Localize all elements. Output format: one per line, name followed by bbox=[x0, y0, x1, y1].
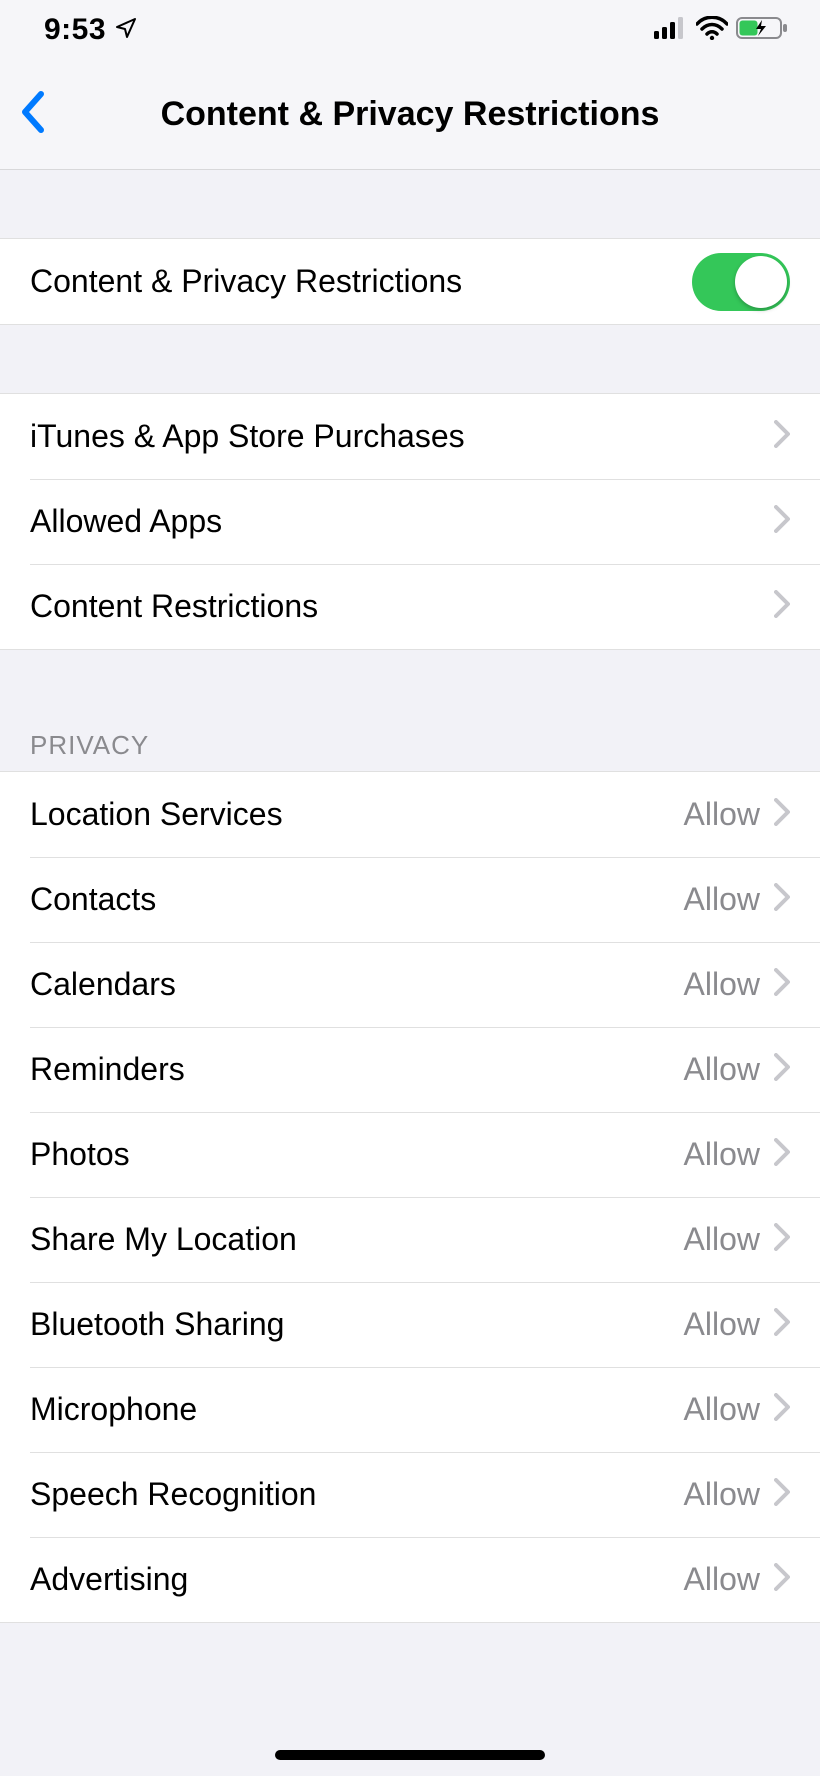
chevron-right-icon bbox=[774, 505, 790, 538]
chevron-right-icon bbox=[774, 1053, 790, 1086]
row-advertising[interactable]: Advertising Allow bbox=[0, 1537, 820, 1622]
group-toggle: Content & Privacy Restrictions bbox=[0, 238, 820, 325]
chevron-right-icon bbox=[774, 1393, 790, 1426]
page-title: Content & Privacy Restrictions bbox=[0, 95, 820, 134]
row-label: Allowed Apps bbox=[30, 503, 774, 540]
wifi-icon bbox=[696, 16, 728, 45]
row-bluetooth-sharing[interactable]: Bluetooth Sharing Allow bbox=[0, 1282, 820, 1367]
row-allowed-apps[interactable]: Allowed Apps bbox=[0, 479, 820, 564]
row-photos[interactable]: Photos Allow bbox=[0, 1112, 820, 1197]
row-content-privacy-restrictions[interactable]: Content & Privacy Restrictions bbox=[0, 239, 820, 324]
status-right bbox=[654, 16, 788, 45]
row-calendars[interactable]: Calendars Allow bbox=[0, 942, 820, 1027]
row-value: Allow bbox=[684, 966, 760, 1003]
chevron-right-icon bbox=[774, 420, 790, 453]
group-main: iTunes & App Store Purchases Allowed App… bbox=[0, 393, 820, 650]
section-header-privacy: Privacy bbox=[0, 650, 820, 771]
row-location-services[interactable]: Location Services Allow bbox=[0, 772, 820, 857]
row-label: Reminders bbox=[30, 1051, 684, 1088]
row-label: Advertising bbox=[30, 1561, 684, 1598]
row-value: Allow bbox=[684, 1476, 760, 1513]
chevron-right-icon bbox=[774, 1223, 790, 1256]
cellular-signal-icon bbox=[654, 17, 688, 44]
row-label: Contacts bbox=[30, 881, 684, 918]
row-label: Bluetooth Sharing bbox=[30, 1306, 684, 1343]
row-value: Allow bbox=[684, 1221, 760, 1258]
row-label: Content Restrictions bbox=[30, 588, 774, 625]
chevron-right-icon bbox=[774, 1308, 790, 1341]
battery-charging-icon bbox=[736, 16, 788, 45]
row-contacts[interactable]: Contacts Allow bbox=[0, 857, 820, 942]
row-label: Share My Location bbox=[30, 1221, 684, 1258]
row-speech-recognition[interactable]: Speech Recognition Allow bbox=[0, 1452, 820, 1537]
chevron-right-icon bbox=[774, 1138, 790, 1171]
group-privacy: Location Services Allow Contacts Allow C… bbox=[0, 771, 820, 1623]
row-label: Content & Privacy Restrictions bbox=[30, 263, 692, 300]
home-indicator[interactable] bbox=[275, 1750, 545, 1760]
chevron-right-icon bbox=[774, 968, 790, 1001]
row-reminders[interactable]: Reminders Allow bbox=[0, 1027, 820, 1112]
row-value: Allow bbox=[684, 1051, 760, 1088]
row-label: iTunes & App Store Purchases bbox=[30, 418, 774, 455]
status-time: 9:53 bbox=[44, 13, 106, 47]
toggle-knob bbox=[735, 256, 787, 308]
chevron-right-icon bbox=[774, 798, 790, 831]
chevron-right-icon bbox=[774, 1478, 790, 1511]
row-label: Location Services bbox=[30, 796, 684, 833]
row-value: Allow bbox=[684, 881, 760, 918]
chevron-right-icon bbox=[774, 883, 790, 916]
row-label: Microphone bbox=[30, 1391, 684, 1428]
row-label: Calendars bbox=[30, 966, 684, 1003]
row-content-restrictions[interactable]: Content Restrictions bbox=[0, 564, 820, 649]
status-left: 9:53 bbox=[44, 13, 138, 47]
row-microphone[interactable]: Microphone Allow bbox=[0, 1367, 820, 1452]
row-share-my-location[interactable]: Share My Location Allow bbox=[0, 1197, 820, 1282]
chevron-left-icon bbox=[19, 90, 47, 139]
row-value: Allow bbox=[684, 1136, 760, 1173]
location-arrow-icon bbox=[114, 16, 138, 45]
nav-bar: Content & Privacy Restrictions bbox=[0, 60, 820, 170]
row-value: Allow bbox=[684, 796, 760, 833]
chevron-right-icon bbox=[774, 590, 790, 623]
back-button[interactable] bbox=[6, 88, 60, 142]
row-itunes-app-store-purchases[interactable]: iTunes & App Store Purchases bbox=[0, 394, 820, 479]
row-value: Allow bbox=[684, 1306, 760, 1343]
row-label: Speech Recognition bbox=[30, 1476, 684, 1513]
chevron-right-icon bbox=[774, 1563, 790, 1596]
toggle-content-privacy[interactable] bbox=[692, 253, 790, 311]
row-label: Photos bbox=[30, 1136, 684, 1173]
row-value: Allow bbox=[684, 1391, 760, 1428]
row-value: Allow bbox=[684, 1561, 760, 1598]
status-bar: 9:53 bbox=[0, 0, 820, 60]
